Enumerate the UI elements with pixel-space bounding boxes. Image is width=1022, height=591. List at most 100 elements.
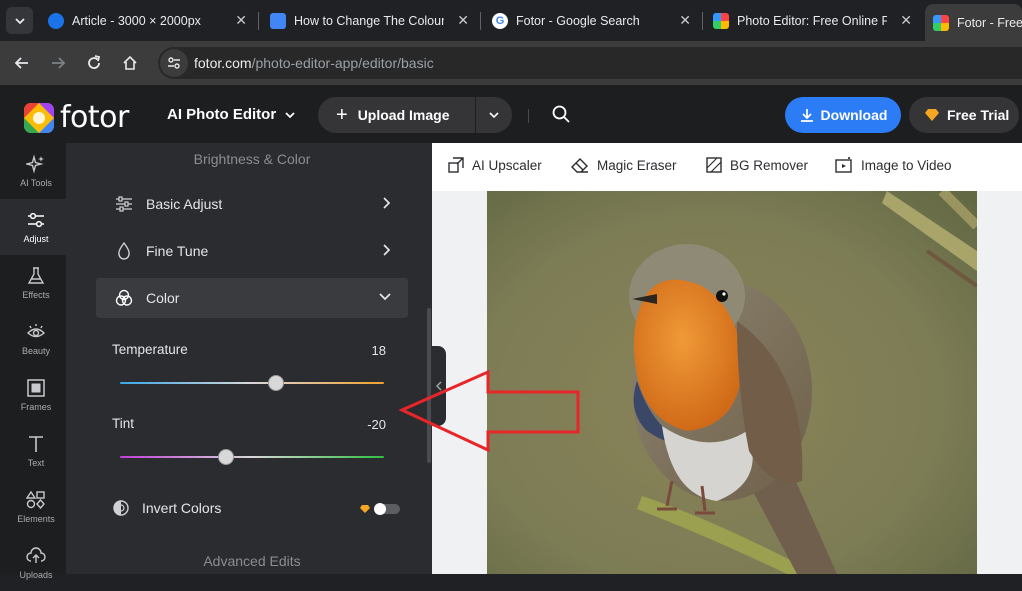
- upload-group: + Upload Image: [318, 97, 512, 133]
- tab-title: Article - 3000 × 2000px: [72, 13, 201, 28]
- sparkle-icon: [26, 152, 46, 176]
- fine-tune-row[interactable]: Fine Tune: [96, 231, 408, 271]
- fine-tune-label: Fine Tune: [146, 243, 209, 259]
- close-tab-icon[interactable]: ✕: [679, 12, 691, 29]
- chevron-down-icon: [379, 293, 391, 301]
- rail-label: Beauty: [21, 346, 51, 356]
- fotor-logo[interactable]: fotor: [24, 100, 129, 135]
- app-header: fotor AI Photo Editor + Upload Image Dow…: [0, 85, 1022, 143]
- color-row[interactable]: Color: [96, 278, 408, 318]
- invert-colors-toggle[interactable]: [374, 503, 400, 515]
- ai-upscaler-label: AI Upscaler: [472, 157, 542, 173]
- site-info-icon[interactable]: [160, 49, 188, 77]
- eye-icon: [26, 320, 46, 344]
- chevron-right-icon: [383, 244, 391, 256]
- free-trial-button[interactable]: Free Trial: [909, 97, 1019, 133]
- rail-item-text[interactable]: Text: [0, 423, 72, 479]
- reload-icon: [88, 55, 101, 69]
- image-to-video-button[interactable]: Image to Video: [835, 157, 952, 173]
- image-to-video-label: Image to Video: [861, 157, 952, 173]
- tab-title: Fotor - Google Search: [516, 13, 640, 28]
- tab-separator: [258, 12, 259, 30]
- frame-icon: [26, 376, 46, 400]
- url-domain: fotor.com: [194, 55, 252, 71]
- home-button[interactable]: [118, 51, 142, 75]
- browser-tab-strip: Article - 3000 × 2000px ✕ How to Change …: [0, 0, 1022, 41]
- red-arrow-annotation: [398, 369, 580, 453]
- basic-adjust-row[interactable]: Basic Adjust: [96, 184, 408, 224]
- browser-tab-4[interactable]: Photo Editor: Free Online Ph ✕: [705, 4, 920, 37]
- rail-label: Frames: [20, 402, 52, 412]
- logo-text: fotor: [60, 100, 129, 135]
- rail-label: Uploads: [19, 570, 53, 580]
- reload-button[interactable]: [82, 51, 106, 75]
- tint-value: -20: [367, 417, 386, 432]
- advanced-edits-title: Advanced Edits: [203, 553, 301, 569]
- bg-remover-button[interactable]: BG Remover: [706, 157, 808, 173]
- toggle-knob: [374, 503, 386, 515]
- sliders-icon: [114, 196, 134, 212]
- invert-colors-label: Invert Colors: [142, 500, 222, 516]
- url-text: fotor.com/photo-editor-app/editor/basic: [194, 55, 434, 71]
- chevron-down-icon: [489, 112, 499, 119]
- temperature-slider-track[interactable]: [120, 382, 384, 384]
- upload-dropdown-button[interactable]: [476, 109, 512, 121]
- text-icon: [26, 432, 46, 456]
- browser-tab-active[interactable]: Fotor - Free: [925, 4, 1022, 41]
- tab-search-button[interactable]: [6, 7, 33, 34]
- fotor-logo-icon: [24, 102, 54, 133]
- tab-separator: [702, 12, 703, 30]
- editor-mode-dropdown[interactable]: AI Photo Editor: [167, 106, 296, 123]
- rail-label: Text: [27, 458, 45, 468]
- rail-item-beauty[interactable]: Beauty: [0, 311, 72, 367]
- rail-item-uploads[interactable]: Uploads: [0, 535, 72, 591]
- rail-label: Elements: [17, 514, 55, 524]
- tint-label: Tint: [112, 416, 135, 431]
- browser-tab-3[interactable]: G Fotor - Google Search ✕: [484, 4, 699, 37]
- address-bar[interactable]: fotor.com/photo-editor-app/editor/basic: [158, 47, 1022, 79]
- search-button[interactable]: [551, 104, 573, 126]
- chevron-down-icon: [14, 17, 25, 24]
- upscale-icon: [448, 157, 464, 173]
- tab-title: How to Change The Colour o: [294, 13, 444, 28]
- tint-slider-thumb[interactable]: [217, 449, 234, 465]
- invert-icon: [113, 500, 129, 516]
- home-icon: [123, 55, 137, 70]
- adjust-panel: Brightness & Color Basic Adjust Fine Tun…: [72, 143, 432, 574]
- back-button[interactable]: [10, 51, 34, 75]
- basic-adjust-label: Basic Adjust: [146, 196, 223, 212]
- color-label: Color: [146, 290, 180, 306]
- plus-icon: +: [336, 103, 348, 126]
- invert-colors-row[interactable]: Invert Colors: [112, 499, 221, 517]
- close-tab-icon[interactable]: ✕: [457, 12, 469, 29]
- browser-tab-1[interactable]: Article - 3000 × 2000px ✕: [40, 4, 255, 37]
- rail-item-elements[interactable]: Elements: [0, 479, 72, 535]
- tint-slider-track[interactable]: [120, 456, 384, 458]
- diamond-icon: [925, 109, 939, 121]
- magic-eraser-button[interactable]: Magic Eraser: [571, 157, 677, 173]
- header-divider: [528, 109, 529, 123]
- temperature-value: 18: [371, 343, 386, 358]
- forward-button[interactable]: [46, 51, 70, 75]
- tab-title: Photo Editor: Free Online Ph: [737, 13, 887, 28]
- download-button[interactable]: Download: [785, 97, 901, 133]
- canva-favicon-icon: [48, 12, 64, 29]
- rail-item-frames[interactable]: Frames: [0, 367, 72, 423]
- rail-item-effects[interactable]: Effects: [0, 255, 72, 311]
- close-tab-icon[interactable]: ✕: [235, 12, 247, 29]
- canvas-area: AI Upscaler Magic Eraser BG Remover Imag…: [432, 143, 1022, 574]
- temperature-label: Temperature: [112, 342, 188, 357]
- upload-image-button[interactable]: + Upload Image: [318, 97, 476, 133]
- shapes-icon: [26, 488, 46, 512]
- upload-label: Upload Image: [357, 107, 450, 123]
- browser-tab-2[interactable]: How to Change The Colour o ✕: [262, 4, 477, 37]
- rail-label: AI Tools: [20, 178, 52, 188]
- arrow-left-icon: [14, 57, 28, 69]
- panel-section-title: Brightness & Color: [193, 151, 311, 167]
- search-icon: [552, 105, 570, 123]
- temperature-slider-thumb[interactable]: [267, 375, 284, 391]
- rail-item-ai-tools[interactable]: AI Tools: [0, 143, 72, 199]
- close-tab-icon[interactable]: ✕: [900, 12, 912, 29]
- rail-item-adjust[interactable]: Adjust: [0, 199, 72, 255]
- ai-upscaler-button[interactable]: AI Upscaler: [448, 157, 542, 173]
